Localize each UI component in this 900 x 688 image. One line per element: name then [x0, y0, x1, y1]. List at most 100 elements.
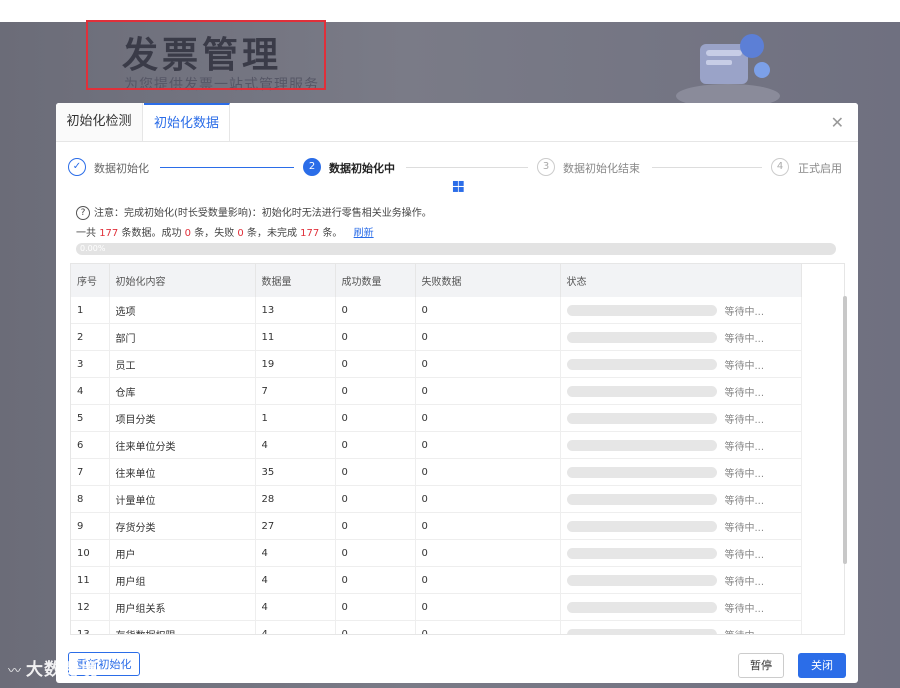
row-status-text: 等待中...	[724, 441, 765, 453]
row-index: 6	[71, 431, 110, 459]
row-success: 0	[335, 350, 416, 378]
row-index: 12	[71, 593, 110, 621]
step-label-2: 数据初始化中	[329, 162, 395, 175]
table-row: 9 存货分类 27 0 0 等待中...	[71, 512, 802, 540]
summary-total: 177	[99, 228, 119, 239]
summary-line: 一共 177 条数据。成功 0 条，失败 0 条，未完成 177 条。 刷新	[76, 224, 374, 239]
row-failed: 0	[415, 539, 561, 567]
watermark-text: 大数跨境	[26, 660, 99, 680]
table-row: 12 用户组关系 4 0 0 等待中...	[71, 593, 802, 621]
row-failed: 0	[415, 377, 561, 405]
pause-button[interactable]: 暂停	[738, 653, 784, 678]
row-status: 等待中...	[560, 297, 802, 324]
row-count: 27	[255, 512, 336, 540]
row-content: 项目分类	[109, 404, 256, 432]
summary-prefix: 一共	[76, 228, 96, 239]
row-status: 等待中...	[560, 350, 802, 378]
row-status: 等待中...	[560, 431, 802, 459]
row-count: 4	[255, 593, 336, 621]
question-icon: ?	[76, 206, 90, 220]
table-row: 1 选项 13 0 0 等待中...	[71, 297, 802, 324]
col-header: 序号	[71, 264, 110, 297]
close-button[interactable]: 关闭	[798, 653, 846, 678]
step-label-1: 数据初始化	[94, 162, 149, 175]
row-content: 员工	[109, 350, 256, 378]
row-progress-bar	[566, 304, 717, 316]
watermark-logo-icon: 〰	[8, 664, 23, 679]
row-status: 等待中...	[560, 458, 802, 486]
row-failed: 0	[415, 323, 561, 351]
table-row: 7 往来单位 35 0 0 等待中...	[71, 458, 802, 486]
table-row: 4 仓库 7 0 0 等待中...	[71, 377, 802, 405]
row-success: 0	[335, 458, 416, 486]
step-number-2: 2	[303, 158, 321, 176]
row-content: 计量单位	[109, 485, 256, 513]
row-success: 0	[335, 323, 416, 351]
row-progress-bar	[566, 412, 717, 424]
row-content: 部门	[109, 323, 256, 351]
row-count: 4	[255, 566, 336, 594]
row-index: 4	[71, 377, 110, 405]
row-success: 0	[335, 593, 416, 621]
init-data-dialog: 初始化检测 初始化数据 ✕ ✓ 数据初始化 2 数据初始化中 3 数据初始化结束…	[56, 103, 858, 683]
row-status: 等待中...	[560, 620, 802, 634]
row-status: 等待中...	[560, 404, 802, 432]
row-failed: 0	[415, 458, 561, 486]
row-count: 19	[255, 350, 336, 378]
row-progress-bar	[566, 520, 717, 532]
step-line-3	[652, 167, 762, 168]
row-count: 4	[255, 620, 336, 634]
row-content: 往来单位	[109, 458, 256, 486]
row-status-text: 等待中...	[724, 360, 765, 372]
close-icon[interactable]: ✕	[831, 113, 844, 132]
col-header: 数据量	[255, 264, 336, 297]
table-row: 8 计量单位 28 0 0 等待中...	[71, 485, 802, 513]
dialog-tabs: 初始化检测 初始化数据 ✕	[56, 103, 858, 142]
row-index: 9	[71, 512, 110, 540]
row-index: 10	[71, 539, 110, 567]
row-success: 0	[335, 539, 416, 567]
row-success: 0	[335, 404, 416, 432]
row-content: 用户组关系	[109, 593, 256, 621]
summary-success: 0	[184, 228, 192, 239]
row-status: 等待中...	[560, 485, 802, 513]
row-progress-bar	[566, 601, 717, 613]
col-header: 失败数据	[415, 264, 561, 297]
step-line-1	[160, 167, 294, 168]
row-status-text: 等待中...	[724, 468, 765, 480]
row-progress-bar	[566, 385, 717, 397]
row-failed: 0	[415, 404, 561, 432]
summary-suffix: 条。	[322, 228, 343, 239]
row-failed: 0	[415, 620, 561, 634]
row-index: 2	[71, 323, 110, 351]
row-index: 8	[71, 485, 110, 513]
tab-init-check[interactable]: 初始化检测	[56, 103, 143, 141]
table-scrollbar[interactable]	[843, 296, 847, 564]
tab-init-data[interactable]: 初始化数据	[144, 103, 230, 141]
row-status-text: 等待中...	[724, 576, 765, 588]
row-failed: 0	[415, 297, 561, 324]
row-progress-bar	[566, 493, 717, 505]
row-count: 35	[255, 458, 336, 486]
row-progress-bar	[566, 331, 717, 343]
col-header: 成功数量	[335, 264, 416, 297]
row-status-text: 等待中...	[724, 495, 765, 507]
row-content: 存货分类	[109, 512, 256, 540]
check-icon: ✓	[68, 158, 86, 176]
table-row: 5 项目分类 1 0 0 等待中...	[71, 404, 802, 432]
table-row: 11 用户组 4 0 0 等待中...	[71, 566, 802, 594]
notice: ? 注意：完成初始化(时长受数量影响)：初始化时无法进行零售相关业务操作。	[76, 204, 432, 220]
row-content: 用户	[109, 539, 256, 567]
refresh-link[interactable]: 刷新	[354, 228, 374, 239]
table-row: 13存货数据权限400等待中...	[71, 620, 802, 634]
row-failed: 0	[415, 566, 561, 594]
row-failed: 0	[415, 593, 561, 621]
row-failed: 0	[415, 512, 561, 540]
row-index: 7	[71, 458, 110, 486]
row-progress-bar	[566, 574, 717, 586]
table-row: 2 部门 11 0 0 等待中...	[71, 323, 802, 351]
table-header-row: 序号 初始化内容 数据量 成功数量 失败数据 状态	[71, 264, 802, 297]
row-content: 仓库	[109, 377, 256, 405]
row-failed: 0	[415, 431, 561, 459]
row-success: 0	[335, 297, 416, 324]
